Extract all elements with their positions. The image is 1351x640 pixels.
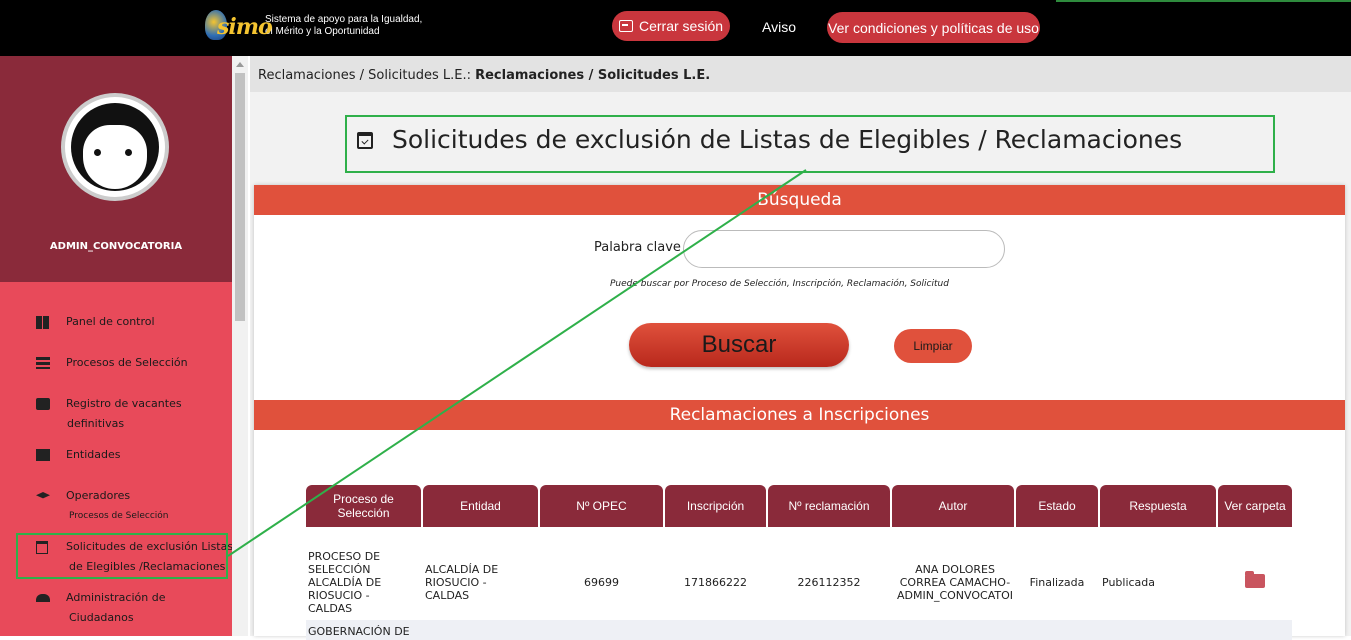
cell-status: Finalizada — [1029, 576, 1085, 589]
cell-author: ANA DOLORES CORREA CAMACHO- ADMIN_CONVOC… — [897, 563, 1013, 602]
cell-opec: 69699 — [584, 576, 619, 589]
sidebar-item-label: Procesos de Selección — [66, 356, 188, 369]
breadcrumb-path: Reclamaciones / Solicitudes L.E.: — [258, 68, 471, 83]
top-bar: simo Sistema de apoyo para la Igualdad, … — [0, 0, 1351, 56]
keyword-input[interactable] — [683, 230, 1005, 268]
sidebar-item-label: Operadores — [66, 489, 131, 502]
briefcase-icon — [36, 398, 50, 410]
scrollbar-thumb[interactable] — [235, 73, 245, 321]
cell-process: GOBERNACIÓN DE — [308, 625, 410, 638]
sidebar-item-label: Registro de vacantes — [66, 397, 182, 410]
cell-process: PROCESO DE SELECCIÓN ALCALDÍA DE RIOSUCI… — [308, 550, 382, 615]
cell-response: Publicada — [1102, 576, 1156, 589]
dashboard-icon — [36, 316, 49, 329]
logout-button[interactable]: Cerrar sesión — [612, 11, 730, 41]
folder-icon[interactable] — [1245, 571, 1265, 588]
list-icon — [36, 357, 50, 369]
col-header-opec[interactable]: Nº OPEC — [540, 485, 663, 527]
sidebar-item-sublabel: Procesos de Selección — [69, 511, 169, 521]
col-header-author[interactable]: Autor — [892, 485, 1014, 527]
logo-text: simo — [217, 14, 273, 40]
table-row: GOBERNACIÓN DE — [306, 620, 1292, 640]
building-icon — [36, 449, 50, 461]
col-header-status[interactable]: Estado — [1016, 485, 1098, 527]
people-icon — [36, 594, 50, 602]
notice-link[interactable]: Aviso — [762, 19, 796, 35]
search-hint: Puede buscar por Proceso de Selección, I… — [610, 279, 949, 289]
col-header-process[interactable]: Proceso de Selección — [306, 485, 421, 527]
search-heading: Búsqueda — [254, 185, 1345, 215]
logout-icon — [618, 20, 633, 32]
username: ADMIN_CONVOCATORIA — [49, 241, 183, 252]
title-highlight-box — [345, 115, 1275, 173]
breadcrumb-current: Reclamaciones / Solicitudes L.E. — [475, 68, 711, 83]
search-button[interactable]: Buscar — [629, 323, 849, 367]
tagline-line-2: el Mérito y la Oportunidad — [265, 26, 380, 37]
avatar — [61, 93, 169, 201]
profile-panel: ADMIN_CONVOCATORIA — [0, 56, 232, 282]
sidebar-item-label: Administración de — [66, 591, 166, 604]
logo-tagline: Sistema de apoyo para la Igualdad, el Mé… — [265, 14, 422, 38]
breadcrumb-text: Reclamaciones / Solicitudes L.E.: Reclam… — [258, 68, 710, 83]
sidebar-item-sublabel: definitivas — [67, 417, 125, 430]
col-header-registration[interactable]: Inscripción — [665, 485, 766, 527]
sidebar-item-sublabel: Ciudadanos — [69, 611, 134, 624]
results-heading: Reclamaciones a Inscripciones — [254, 400, 1345, 430]
top-accent-line — [1056, 0, 1351, 2]
logout-label: Cerrar sesión — [638, 18, 724, 34]
sidebar-item-label: Panel de control — [66, 315, 155, 328]
cell-claim-number: 226112352 — [797, 576, 861, 589]
sidebar-item-label: Entidades — [66, 448, 121, 461]
terms-button[interactable]: Ver condiciones y políticas de uso — [827, 12, 1040, 43]
sidebar-highlight-box — [16, 533, 228, 579]
tagline-line-1: Sistema de apoyo para la Igualdad, — [265, 14, 423, 25]
logo-mark: simo — [205, 8, 273, 44]
cell-registration: 171866222 — [684, 576, 747, 589]
col-header-folder[interactable]: Ver carpeta — [1218, 485, 1292, 527]
col-header-response[interactable]: Respuesta — [1100, 485, 1216, 527]
search-panel: Búsqueda Palabra clave Puede buscar por … — [254, 185, 1345, 640]
breadcrumb: Reclamaciones / Solicitudes L.E.: Reclam… — [250, 56, 1351, 92]
scroll-up-icon[interactable] — [236, 62, 244, 67]
clear-button[interactable]: Limpiar — [894, 329, 972, 363]
cell-entity: ALCALDÍA DE RIOSUCIO - CALDAS — [425, 563, 499, 602]
col-header-entity[interactable]: Entidad — [423, 485, 538, 527]
simo-logo[interactable]: simo Sistema de apoyo para la Igualdad, … — [205, 6, 422, 46]
col-header-claim-number[interactable]: Nº reclamación — [768, 485, 890, 527]
keyword-label: Palabra clave — [594, 240, 681, 255]
